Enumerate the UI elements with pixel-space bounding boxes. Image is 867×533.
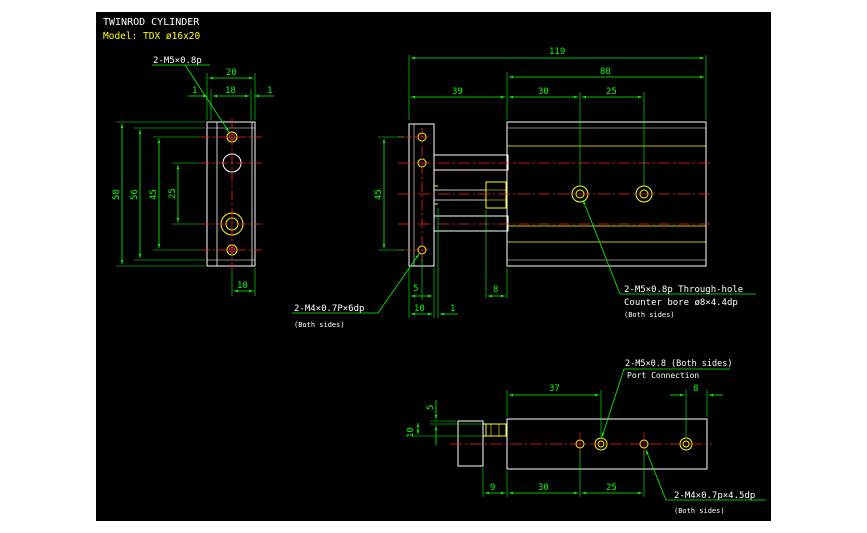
side-dim-18: 18 [225, 86, 236, 96]
front-callout-right-1: 2-M5×0.8p Through-hole [624, 285, 743, 295]
front-callout-right-sub: (Both sides) [624, 311, 675, 319]
side-dim-56: 56 [130, 189, 140, 200]
front-dim-39: 39 [452, 87, 463, 97]
side-dim-20: 20 [226, 68, 237, 78]
bottom-dim-9: 9 [490, 483, 495, 493]
front-dim-25: 25 [606, 87, 617, 97]
bottom-dim-37: 37 [549, 384, 560, 394]
front-dim-30: 30 [538, 87, 549, 97]
front-dim-8: 8 [493, 285, 498, 295]
bottom-dim-30: 30 [538, 483, 549, 493]
front-callout-right-2: Counter bore ø8×4.4dp [624, 298, 738, 308]
front-callout-left: 2-M4×0.7P×6dp [294, 304, 364, 314]
front-dim-1: 1 [450, 304, 455, 314]
bottom-dim-8: 8 [693, 384, 698, 394]
cad-drawing: TWINROD CYLINDER Model: TDX ø16x20 2-M5×… [96, 12, 771, 521]
bottom-callout-top-sub: Port Connection [627, 371, 699, 380]
side-dim-1a: 1 [192, 86, 197, 96]
bottom-dim-5: 5 [426, 405, 436, 410]
bottom-dim-25: 25 [606, 483, 617, 493]
front-dim-10: 10 [414, 304, 425, 314]
side-dim-25: 25 [168, 188, 178, 199]
drawing-canvas: TWINROD CYLINDER Model: TDX ø16x20 2-M5×… [0, 0, 867, 533]
bottom-callout-bottom-sub: (Both sides) [674, 507, 725, 515]
title-line-1: TWINROD CYLINDER [103, 17, 200, 28]
side-dim-45: 45 [149, 189, 159, 200]
front-dim-5: 5 [413, 284, 418, 294]
front-dim-45: 45 [374, 189, 384, 200]
side-dim-10: 10 [237, 281, 248, 291]
bottom-callout-bottom: 2-M4×0.7p×4.5dp [674, 491, 755, 501]
front-dim-80: 80 [600, 67, 611, 77]
bottom-dim-10: 10 [406, 427, 416, 438]
front-dim-119: 119 [549, 47, 565, 57]
side-dim-58: 58 [112, 189, 122, 200]
bottom-callout-top: 2-M5×0.8 (Both sides) [625, 359, 732, 369]
title-line-2: Model: TDX ø16x20 [103, 31, 201, 42]
front-callout-left-sub: (Both sides) [294, 321, 345, 329]
side-dim-1b: 1 [267, 86, 272, 96]
side-callout-top: 2-M5×0.8p [153, 56, 202, 66]
